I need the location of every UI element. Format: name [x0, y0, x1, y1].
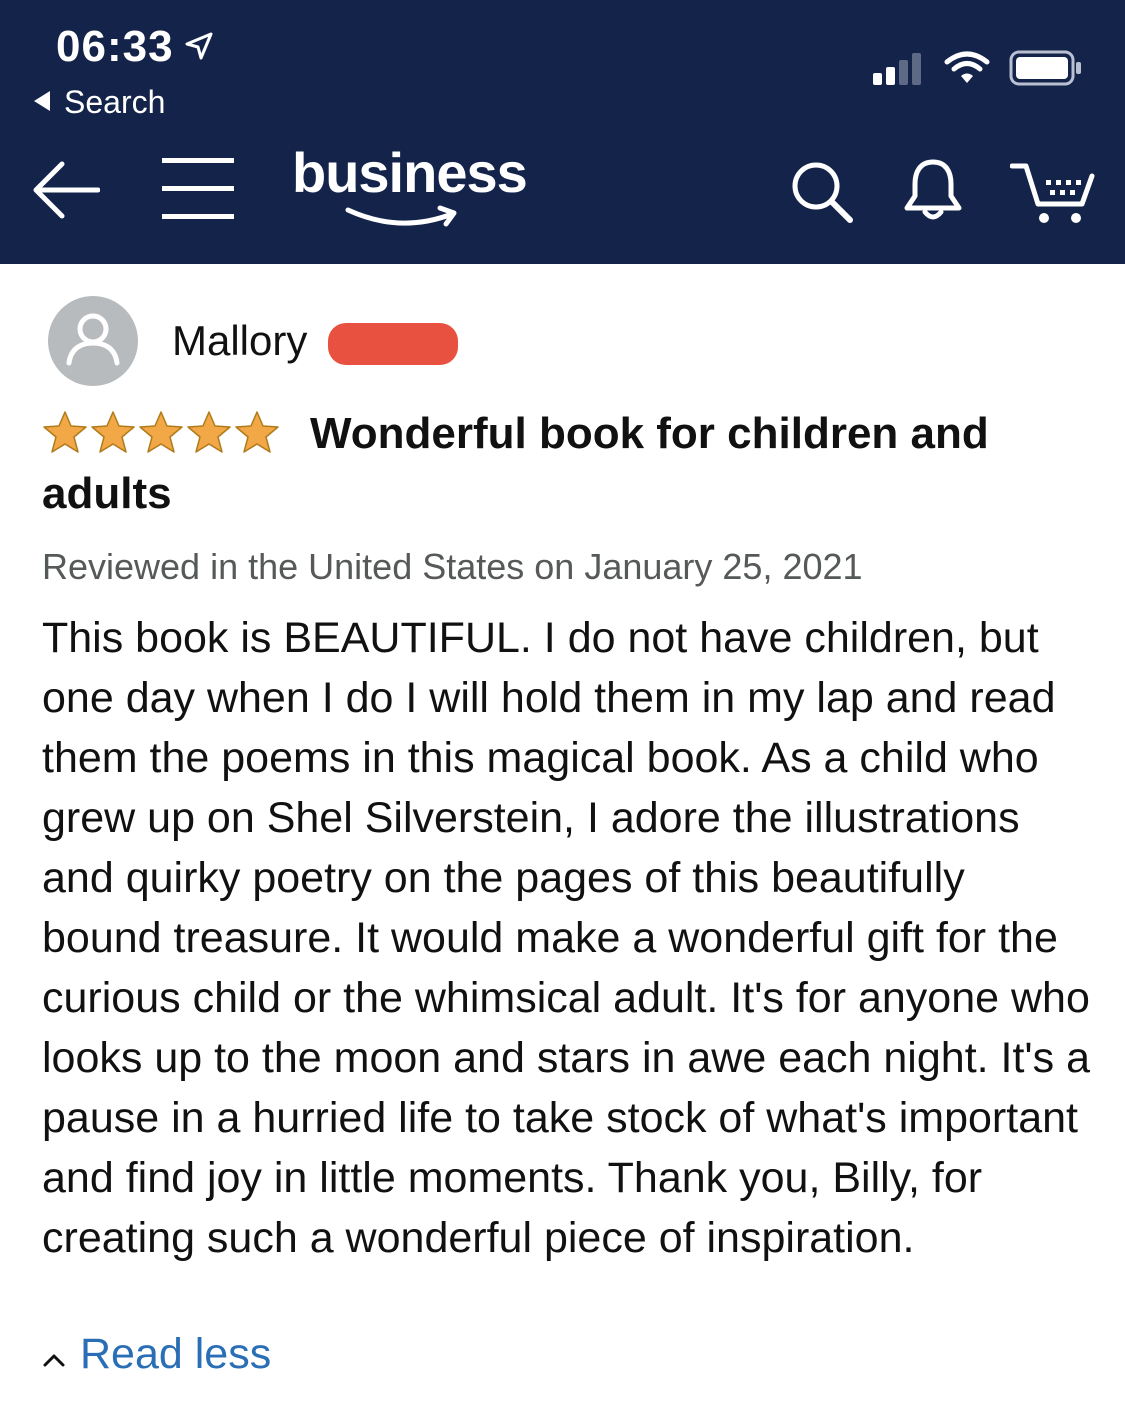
cart-icon[interactable] [1009, 160, 1096, 231]
status-indicators [873, 50, 1083, 91]
review-date: Reviewed in the United States on January… [42, 546, 863, 587]
star-icon [235, 411, 279, 453]
battery-icon [1009, 50, 1083, 91]
bell-icon[interactable] [902, 156, 964, 229]
status-time: 06:33 [56, 22, 174, 71]
chevron-up-icon [42, 1330, 66, 1379]
back-triangle-icon [32, 84, 52, 121]
star-icon [91, 411, 135, 453]
back-arrow-icon[interactable] [30, 158, 101, 227]
review-title-block: Wonderful book for children and adults [42, 404, 1092, 524]
reviewer-name-wrap: Mallory [172, 317, 458, 365]
location-arrow-icon [184, 22, 214, 72]
back-to-search-link[interactable]: Search [32, 84, 165, 121]
status-clock: 06:33 [56, 22, 214, 72]
user-icon [61, 307, 125, 376]
reviewer-name: Mallory [172, 317, 308, 364]
star-rating [42, 410, 280, 454]
nav-row: business [0, 140, 1125, 240]
star-icon [139, 411, 183, 453]
review-body: This book is BEAUTIFUL. I do not have ch… [42, 614, 1090, 1262]
wifi-icon [943, 50, 991, 91]
star-icon [43, 411, 87, 453]
amazon-business-logo[interactable]: business [292, 140, 528, 227]
star-icon [187, 411, 231, 453]
smile-icon [344, 204, 464, 239]
redaction-mark [328, 323, 458, 365]
avatar [48, 296, 138, 386]
logo-text: business [292, 141, 528, 204]
read-less-label: Read less [80, 1330, 272, 1378]
signal-icon [873, 51, 925, 90]
back-app-label: Search [64, 84, 166, 120]
reviewer-profile[interactable]: Mallory [48, 296, 458, 386]
search-icon[interactable] [790, 160, 854, 229]
menu-icon[interactable] [160, 156, 236, 227]
read-less-link[interactable]: Read less [42, 1330, 271, 1379]
top-bar: 06:33 Search business [0, 0, 1125, 264]
